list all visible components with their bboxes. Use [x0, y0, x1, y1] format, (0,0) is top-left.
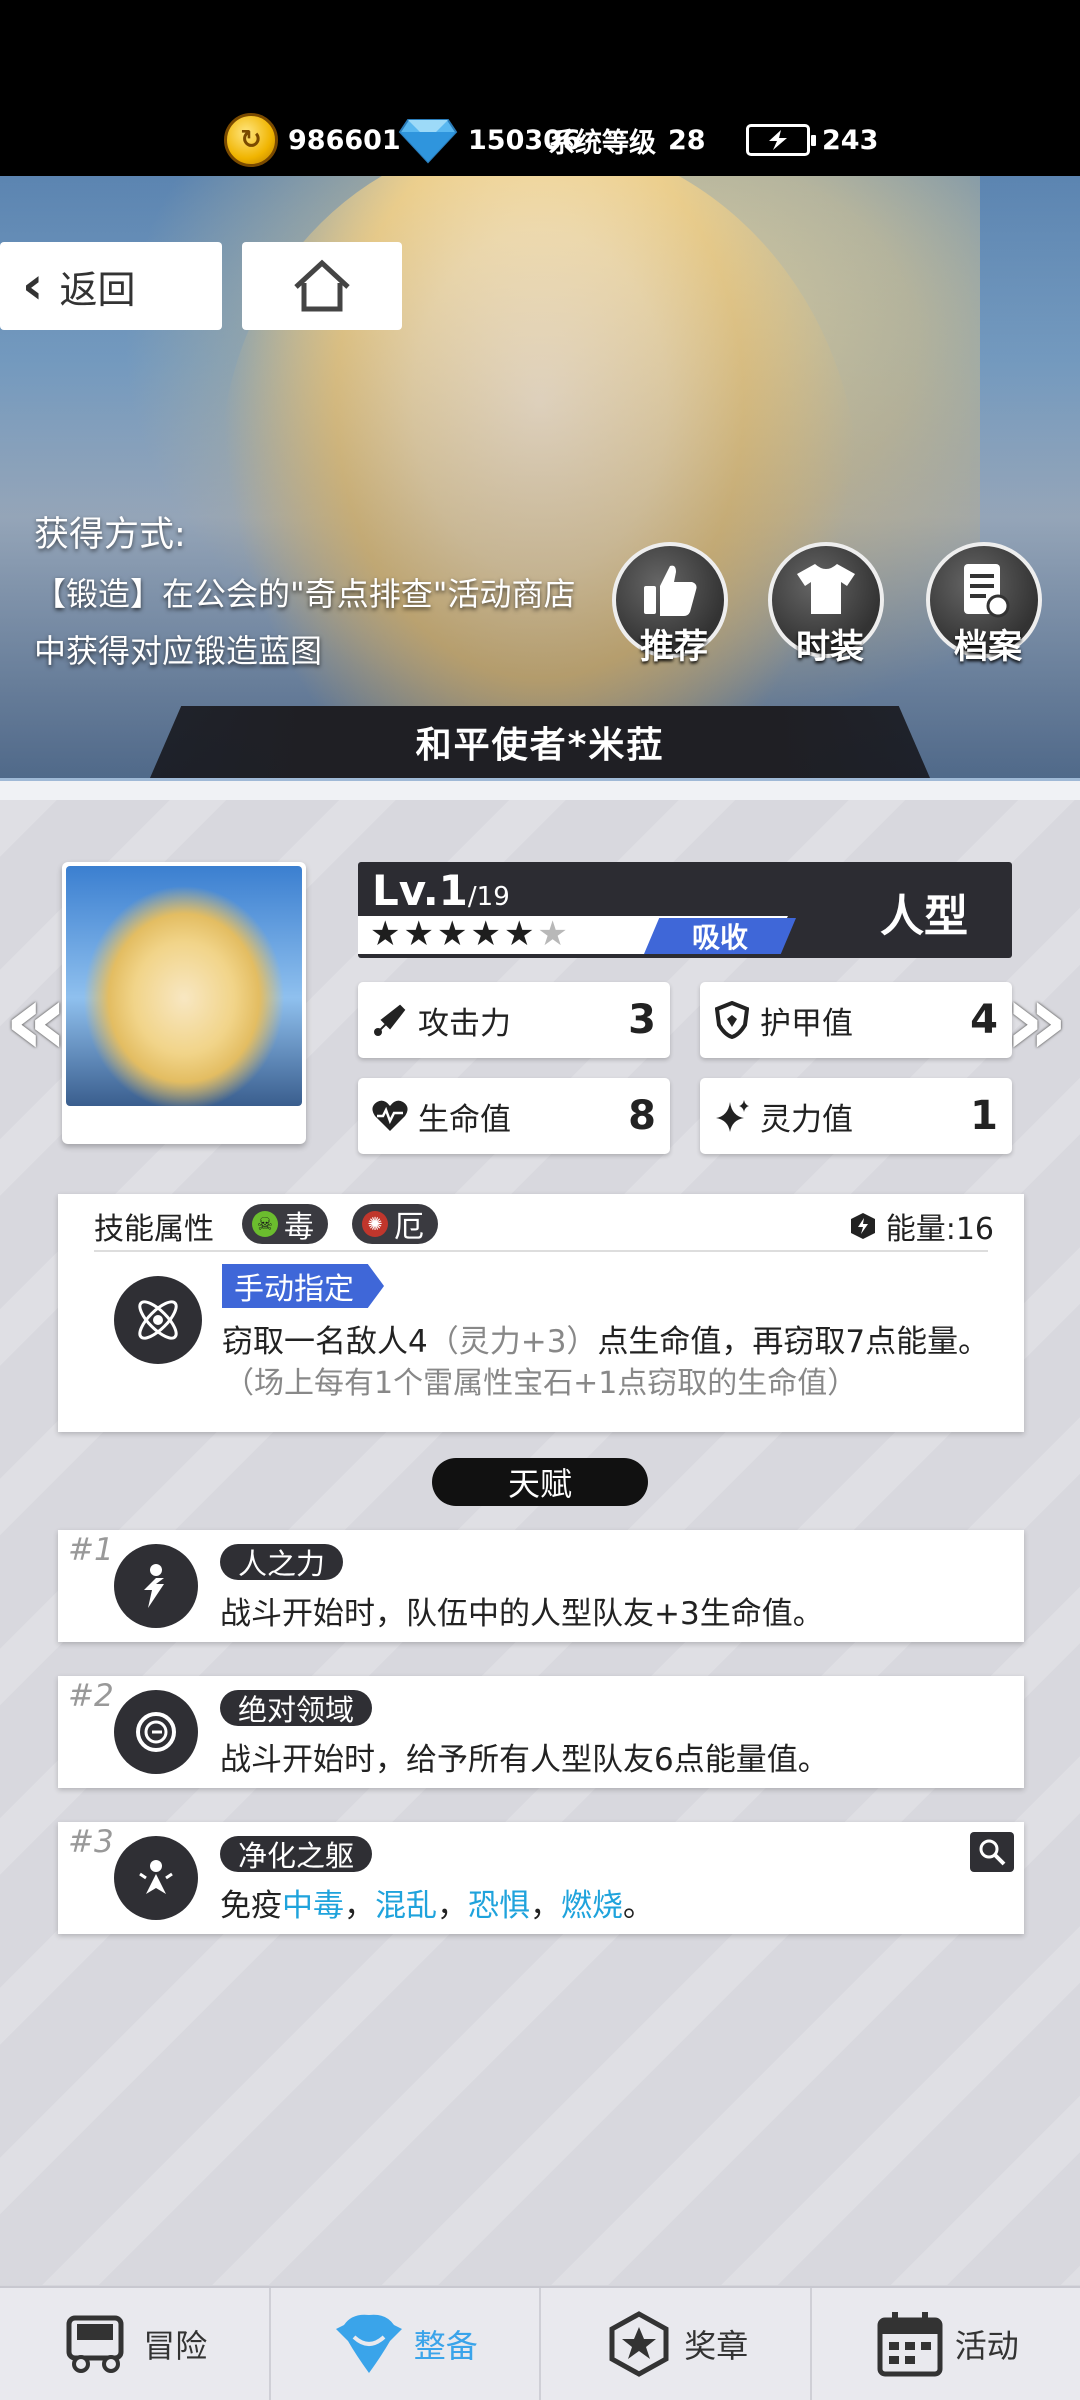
battery-icon: [746, 124, 816, 156]
search-icon[interactable]: [970, 1832, 1014, 1872]
stat-hp: 生命值 8: [358, 1078, 670, 1154]
star-filled-icon: ★: [370, 914, 404, 954]
shirt-icon: [797, 564, 855, 614]
character-name: 和平使者*米菈: [150, 706, 930, 778]
next-character-arrow[interactable]: »: [1004, 970, 1069, 1070]
sword-icon: [370, 1000, 410, 1040]
attribute-tag: 吸收: [644, 918, 796, 954]
coin-value: 986601: [288, 124, 401, 156]
shield-icon: [712, 1000, 752, 1040]
nav-activity[interactable]: 活动: [812, 2288, 1080, 2400]
obtain-description: 【锻造】在公会的"奇点排查"活动商店中获得对应锻造蓝图: [34, 575, 576, 670]
level-value: Lv.1: [372, 866, 468, 915]
truck-icon: [61, 2308, 135, 2380]
character-type: 人型: [880, 891, 968, 942]
talent-2: #2 绝对领域 战斗开始时，给予所有人型队友6点能量值。: [58, 1676, 1024, 1788]
stat-attack: 攻击力 3: [358, 982, 670, 1058]
armor-value: 4: [970, 997, 998, 1043]
talent-title: 天赋: [432, 1458, 648, 1506]
talent-3: #3 净化之躯 免疫中毒，混乱，恐惧，燃烧。: [58, 1822, 1024, 1934]
keyword-poison[interactable]: 中毒: [282, 1888, 344, 1924]
status-bar: ↻ 986601 150306 系统等级 28 243: [0, 0, 1080, 180]
star-filled-icon: ★: [470, 914, 504, 954]
level-panel: Lv.1/19 人型 ★★★★★★ 吸收: [358, 862, 1012, 958]
system-level-value: 28: [668, 124, 706, 156]
recommend-label: 推荐: [640, 627, 708, 667]
home-button[interactable]: [242, 242, 402, 330]
back-label: 返回: [59, 267, 136, 312]
banner-frame: [0, 778, 1080, 800]
keyword-confusion[interactable]: 混乱: [375, 1888, 437, 1924]
costume-button[interactable]: 时装: [768, 542, 884, 667]
archive-icon: [964, 564, 1010, 618]
medal-icon: [602, 2308, 676, 2380]
level-max: /19: [467, 882, 510, 912]
keyword-burn[interactable]: 燃烧: [561, 1888, 623, 1924]
star-filled-icon: ★: [403, 914, 437, 954]
talent-description: 免疫中毒，混乱，恐惧，燃烧。: [220, 1888, 654, 1924]
talent-1: #1 人之力 战斗开始时，队伍中的人型队友+3生命值。: [58, 1530, 1024, 1642]
coin-icon: ↻: [224, 113, 278, 167]
stat-spirit: 灵力值 1: [700, 1078, 1012, 1154]
prev-character-arrow[interactable]: «: [4, 970, 69, 1070]
star-rating: ★★★★★★: [370, 914, 571, 954]
archive-button[interactable]: 档案: [926, 542, 1042, 667]
skill-description: 窃取一名敌人4（灵力+3）点生命值，再窃取7点能量。: [222, 1324, 990, 1360]
heart-icon: [370, 1096, 410, 1136]
talent-description: 战斗开始时，队伍中的人型队友+3生命值。: [220, 1596, 824, 1632]
nav-medal[interactable]: 奖章: [541, 2288, 812, 2400]
skill-energy: 能量:16: [848, 1204, 994, 1248]
skill-mode-tag: 手动指定: [222, 1264, 384, 1308]
keyword-fear[interactable]: 恐惧: [468, 1888, 530, 1924]
skill-note: （场上每有1个雷属性宝石+1点窃取的生命值）: [224, 1366, 858, 1401]
star-empty-icon: ★: [537, 914, 571, 954]
skill-icon: [114, 1276, 202, 1364]
stat-armor: 护甲值 4: [700, 982, 1012, 1058]
archive-label: 档案: [954, 627, 1022, 667]
thumbs-up-icon: [644, 565, 697, 616]
back-button[interactable]: ‹ 返回: [0, 242, 222, 330]
obtain-title: 获得方式:: [34, 515, 186, 555]
curse-icon: ✺: [362, 1211, 388, 1237]
atom-icon: [138, 1300, 178, 1340]
home-icon: [294, 259, 350, 312]
portrait-image: [66, 866, 302, 1106]
energy-value: 243: [822, 124, 879, 156]
power-icon: [114, 1544, 198, 1628]
sparkle-icon: [712, 1096, 752, 1136]
spirit-value: 1: [970, 1093, 998, 1139]
energy-counter: 243: [746, 112, 878, 168]
system-level-label: 系统等级: [548, 127, 656, 159]
coin-counter: ↻ 986601: [224, 112, 401, 168]
talent-name: 绝对领域: [220, 1690, 373, 1727]
diamond-icon: [398, 119, 458, 164]
recommend-button[interactable]: 推荐: [612, 542, 728, 667]
energy-hex-icon: [850, 1213, 875, 1239]
tag-poison: ☠ 毒: [242, 1204, 328, 1245]
skill-panel: 技能属性 ☠ 毒 ✺ 厄 能量:16 手动指定 窃取一名敌人4（灵力+3）点生命…: [58, 1194, 1024, 1432]
talent-name: 净化之躯: [220, 1836, 373, 1873]
star-filled-icon: ★: [436, 914, 471, 954]
talent-name: 人之力: [220, 1544, 344, 1581]
domain-icon: [114, 1690, 198, 1774]
talent-description: 战斗开始时，给予所有人型队友6点能量值。: [220, 1742, 829, 1778]
character-portrait[interactable]: [62, 862, 306, 1144]
nav-equip[interactable]: 整备: [271, 2288, 541, 2400]
poison-icon: ☠: [252, 1211, 278, 1237]
purify-icon: [114, 1836, 198, 1920]
attack-value: 3: [628, 997, 656, 1043]
chevron-left-icon: ‹: [22, 256, 44, 316]
nav-adventure[interactable]: 冒险: [0, 2288, 271, 2400]
equip-icon: [332, 2308, 406, 2380]
bottom-nav: 冒险 整备 奖章 活动: [0, 2286, 1080, 2400]
hp-value: 8: [628, 1093, 656, 1139]
tag-curse: ✺ 厄: [352, 1204, 438, 1245]
star-filled-icon: ★: [503, 914, 538, 954]
calendar-icon: [873, 2308, 947, 2380]
skill-header: 技能属性: [94, 1212, 214, 1247]
system-level: 系统等级 28: [548, 112, 706, 168]
costume-label: 时装: [796, 627, 864, 667]
